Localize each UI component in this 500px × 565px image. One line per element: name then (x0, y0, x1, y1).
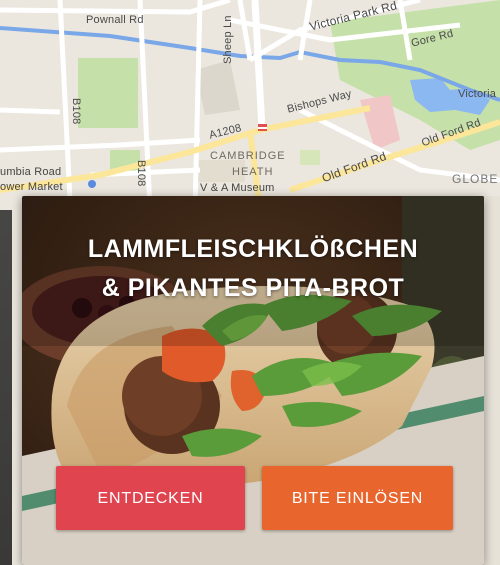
adjacent-card-left[interactable] (0, 210, 12, 565)
promo-card[interactable]: LAMMFLEISCHKLÖßCHEN & PIKANTES PITA-BROT… (22, 196, 484, 565)
map-label-sheep-ln: Sheep Ln (222, 15, 234, 64)
map-label-va-museum: V & A Museum (200, 182, 275, 194)
map-label-columbia-road: umbia Road (0, 166, 62, 178)
map-label-flower-market: ower Market (0, 181, 63, 193)
map-label-heath: HEATH (232, 166, 274, 178)
map-label-pownall-rd: Pownall Rd (86, 14, 144, 26)
adjacent-card-right[interactable] (486, 196, 500, 565)
map-label-globe: GLOBE (452, 172, 499, 186)
promo-headline-line2: & PIKANTES PITA-BROT (101, 274, 405, 302)
map-label-b108: B108 (70, 98, 82, 125)
map-label-victoria: Victoria (458, 88, 497, 100)
discover-button[interactable]: ENTDECKEN (56, 466, 245, 530)
promo-headline: LAMMFLEISCHKLÖßCHEN & PIKANTES PITA-BROT (22, 230, 484, 308)
map-label-cambridge: CAMBRIDGE (210, 150, 286, 162)
promo-headline-line1: LAMMFLEISCHKLÖßCHEN (87, 235, 419, 263)
redeem-bite-button[interactable]: BITE EINLÖSEN (262, 466, 453, 530)
map-label-b108-lower: B108 (135, 160, 147, 187)
